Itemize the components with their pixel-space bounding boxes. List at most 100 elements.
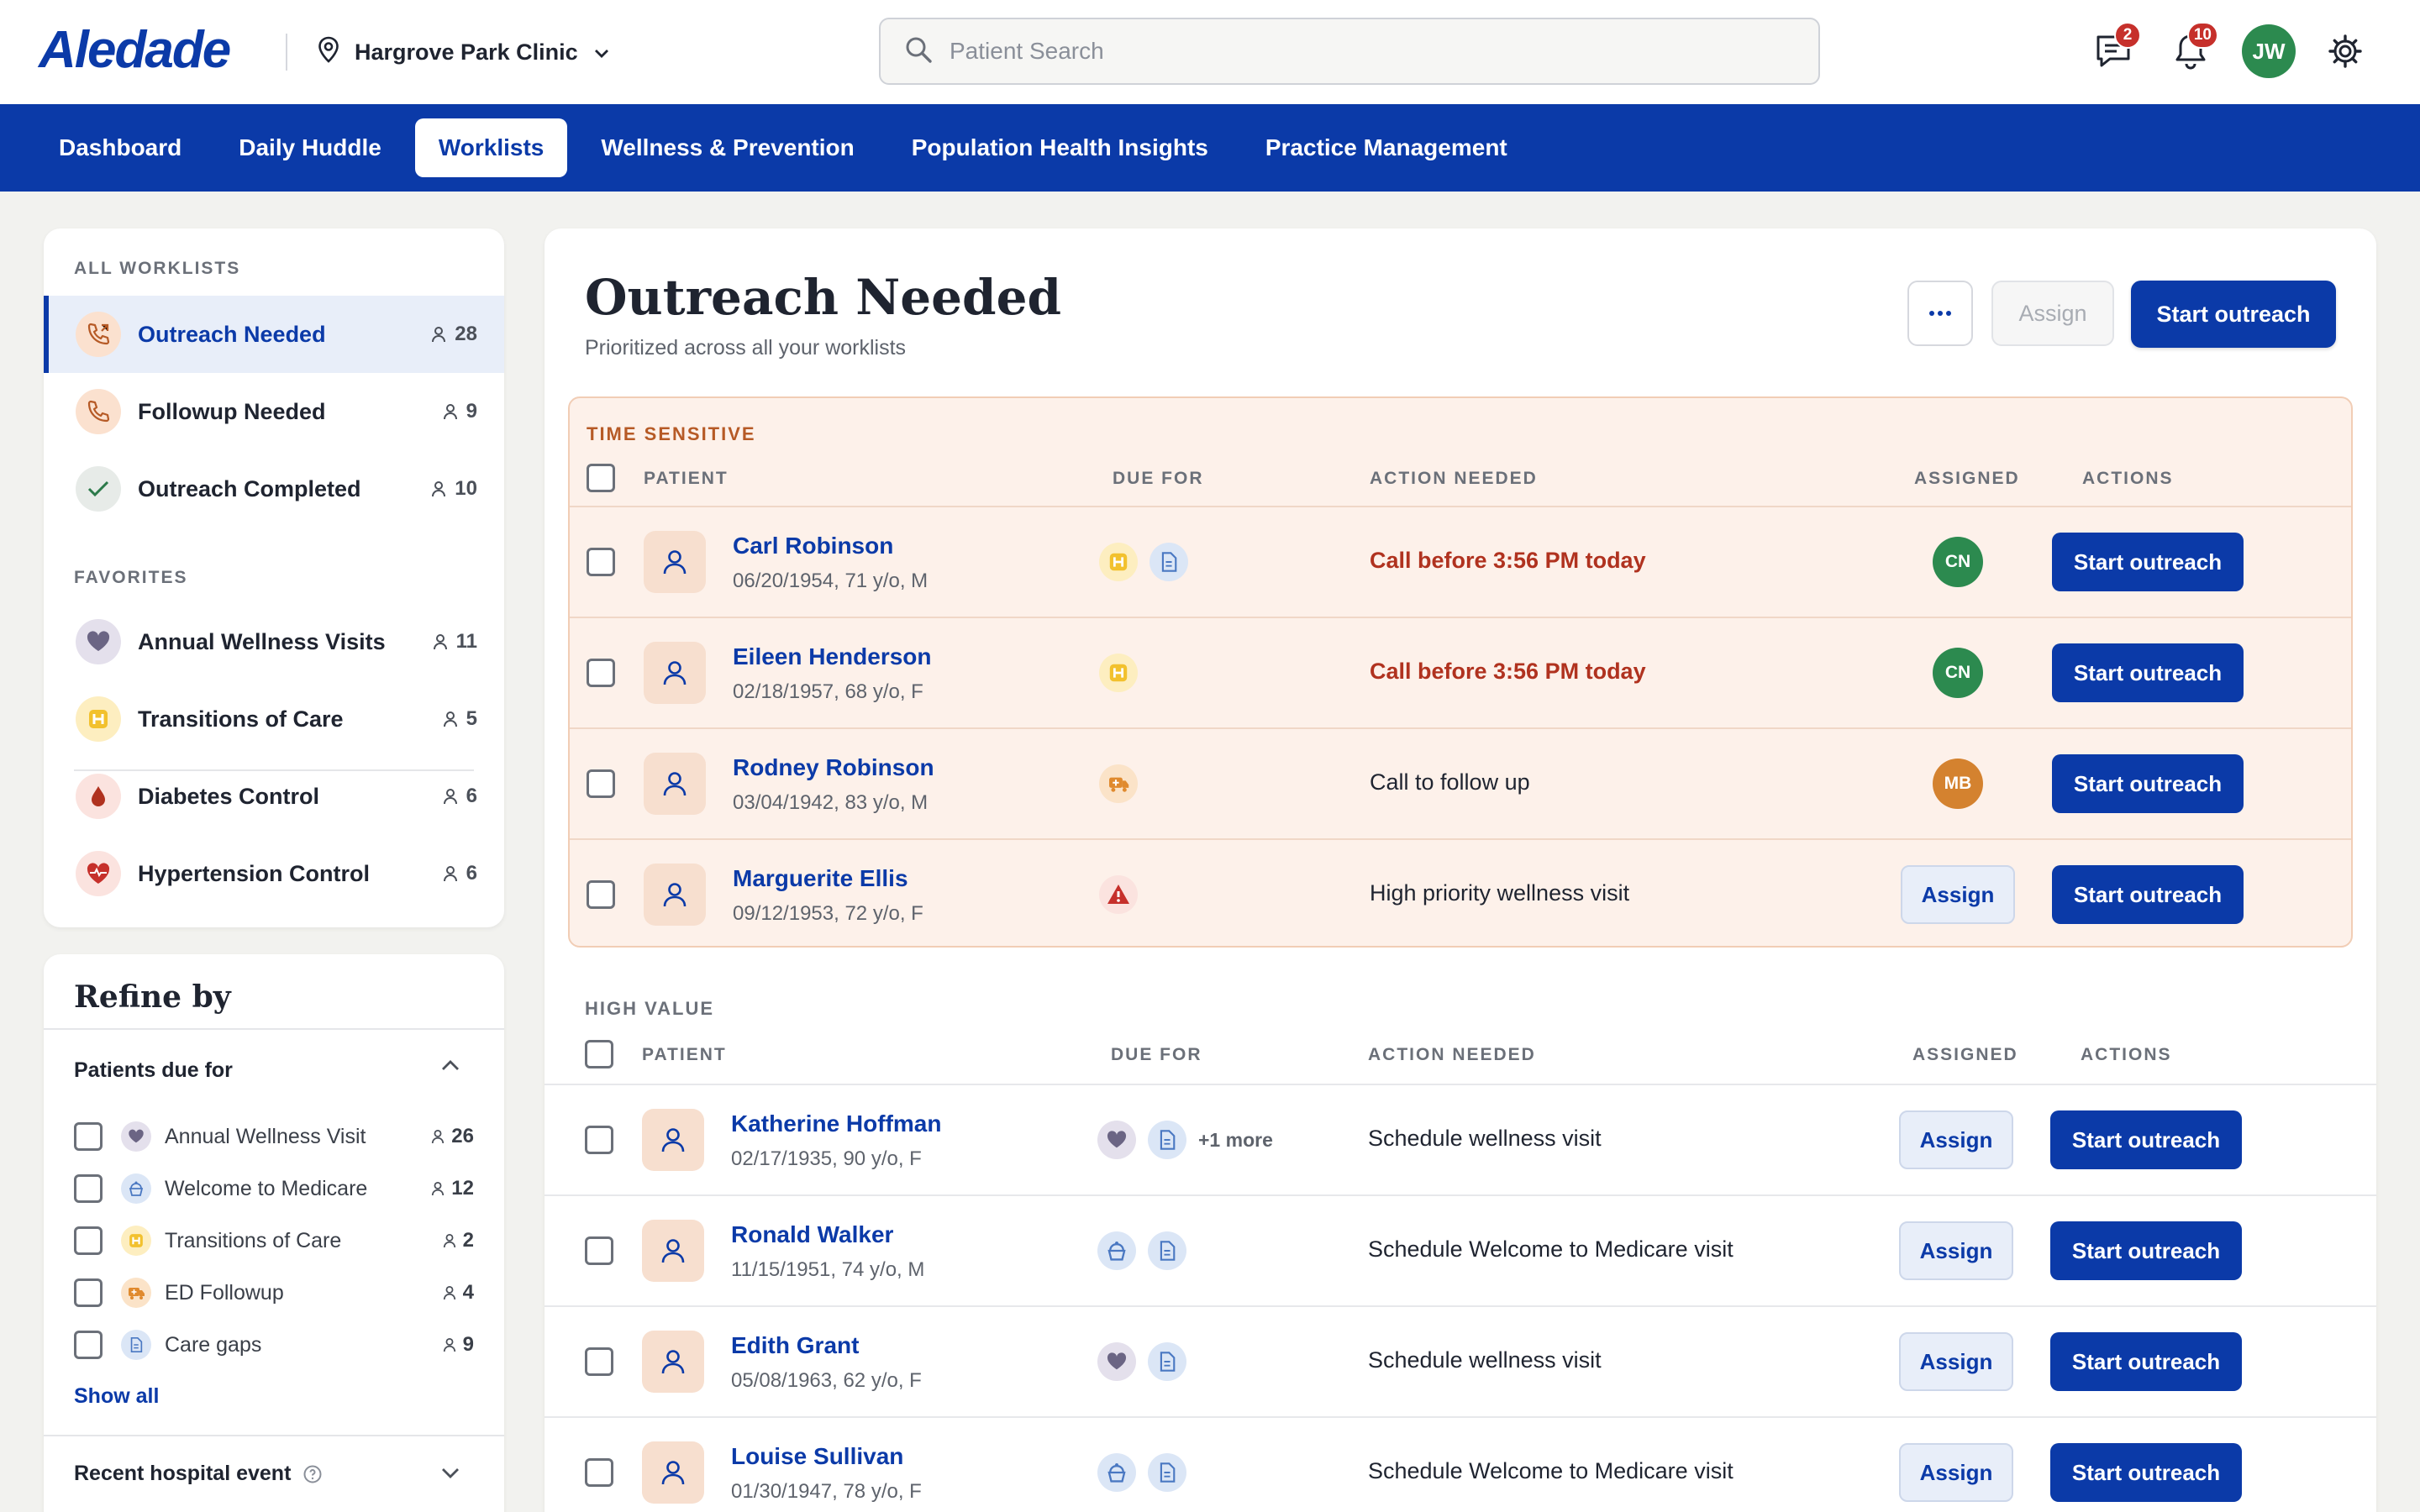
- table-row[interactable]: Marguerite Ellis 09/12/1953, 72 y/o, F H…: [570, 840, 2351, 949]
- patient-name-link[interactable]: Rodney Robinson: [733, 754, 934, 781]
- tab-wellness-prevention[interactable]: Wellness & Prevention: [577, 118, 877, 177]
- row-checkbox[interactable]: [587, 880, 615, 909]
- worklists-panel: ALL WORKLISTS Outreach Needed 28 Followu…: [44, 228, 504, 927]
- logo-divider: [286, 34, 287, 71]
- due-more-label[interactable]: +1 more: [1198, 1129, 1273, 1152]
- search-input[interactable]: [950, 38, 1790, 65]
- assignee-avatar[interactable]: CN: [1933, 537, 1983, 587]
- patient-name-link[interactable]: Louise Sullivan: [731, 1443, 903, 1470]
- table-row[interactable]: Ronald Walker 11/15/1951, 74 y/o, M Sche…: [568, 1196, 2349, 1305]
- clinic-selector[interactable]: Hargrove Park Clinic: [318, 30, 610, 74]
- filter-annual-wellness-visit[interactable]: Annual Wellness Visit 26: [74, 1114, 474, 1159]
- sidebar-item-followup-needed[interactable]: Followup Needed 9: [44, 373, 504, 450]
- row-checkbox[interactable]: [585, 1236, 613, 1265]
- chevron-down-icon: [593, 39, 610, 66]
- chevron-down-icon[interactable]: [440, 1467, 460, 1484]
- messages-button[interactable]: 2: [2087, 22, 2141, 77]
- table-row[interactable]: Edith Grant 05/08/1963, 62 y/o, F Schedu…: [568, 1307, 2349, 1416]
- filter-checkbox[interactable]: [74, 1174, 103, 1203]
- action-needed: Schedule wellness visit: [1368, 1347, 1602, 1373]
- filter-ed-followup[interactable]: ED Followup 4: [74, 1270, 474, 1315]
- heart-icon: [1097, 1121, 1136, 1159]
- assign-button[interactable]: Assign: [1901, 865, 2015, 924]
- tab-dashboard[interactable]: Dashboard: [35, 118, 205, 177]
- patient-name-link[interactable]: Edith Grant: [731, 1332, 859, 1359]
- patient-demographics: 11/15/1951, 74 y/o, M: [731, 1258, 925, 1281]
- filter-transitions-of-care[interactable]: Transitions of Care 2: [74, 1218, 474, 1263]
- col-assigned: ASSIGNED: [1914, 469, 2020, 488]
- chevron-up-icon[interactable]: [440, 1058, 460, 1076]
- filter-welcome-to-medicare[interactable]: Welcome to Medicare 12: [74, 1166, 474, 1211]
- select-all-checkbox[interactable]: [585, 1040, 613, 1068]
- row-checkbox[interactable]: [587, 659, 615, 687]
- start-outreach-button[interactable]: Start outreach: [2052, 754, 2244, 813]
- row-checkbox[interactable]: [587, 548, 615, 576]
- row-checkbox[interactable]: [587, 769, 615, 798]
- sidebar-item-annual-wellness-visits[interactable]: Annual Wellness Visits 11: [44, 603, 504, 680]
- patient-name-link[interactable]: Eileen Henderson: [733, 643, 932, 670]
- page-title: Outreach Needed: [585, 269, 1062, 326]
- start-outreach-button[interactable]: Start outreach: [2052, 533, 2244, 591]
- sidebar-item-transitions-of-care[interactable]: Transitions of Care 5: [44, 680, 504, 758]
- patient-name-link[interactable]: Ronald Walker: [731, 1221, 893, 1248]
- tab-daily-huddle[interactable]: Daily Huddle: [215, 118, 405, 177]
- filter-label: Annual Wellness Visit: [165, 1124, 366, 1148]
- sidebar-item-count: 10: [431, 477, 477, 501]
- document-checklist-icon: [1148, 1342, 1186, 1381]
- assign-button[interactable]: Assign: [1899, 1110, 2013, 1169]
- patient-name-link[interactable]: Katherine Hoffman: [731, 1110, 941, 1137]
- start-outreach-button[interactable]: Start outreach: [2050, 1110, 2242, 1169]
- table-row[interactable]: Eileen Henderson 02/18/1957, 68 y/o, F C…: [570, 618, 2351, 727]
- aledade-logo[interactable]: Aledade: [39, 20, 231, 80]
- assign-button[interactable]: Assign: [1899, 1221, 2013, 1280]
- row-checkbox[interactable]: [585, 1458, 613, 1487]
- assign-button[interactable]: Assign: [1899, 1332, 2013, 1391]
- row-checkbox[interactable]: [585, 1347, 613, 1376]
- sidebar-item-diabetes-control[interactable]: Diabetes Control 6: [44, 758, 504, 835]
- row-checkbox[interactable]: [585, 1126, 613, 1154]
- patient-name-link[interactable]: Marguerite Ellis: [733, 865, 908, 892]
- user-avatar[interactable]: JW: [2242, 24, 2296, 78]
- assignee-avatar[interactable]: MB: [1933, 759, 1983, 809]
- filter-checkbox[interactable]: [74, 1331, 103, 1359]
- assign-button-disabled[interactable]: Assign: [1991, 281, 2114, 346]
- show-all-link[interactable]: Show all: [74, 1384, 159, 1409]
- col-action-needed: ACTION NEEDED: [1370, 469, 1538, 488]
- tab-practice-management[interactable]: Practice Management: [1242, 118, 1531, 177]
- start-outreach-button[interactable]: Start outreach: [2050, 1443, 2242, 1502]
- select-all-checkbox[interactable]: [587, 464, 615, 492]
- patient-demographics: 01/30/1947, 78 y/o, F: [731, 1480, 922, 1503]
- filter-care-gaps[interactable]: Care gaps 9: [74, 1322, 474, 1368]
- start-outreach-button[interactable]: Start outreach: [2050, 1221, 2242, 1280]
- person-icon: [443, 1286, 455, 1300]
- sidebar-item-outreach-completed[interactable]: Outreach Completed 10: [44, 450, 504, 528]
- tab-worklists[interactable]: Worklists: [414, 118, 568, 177]
- notifications-button[interactable]: 10: [2165, 22, 2218, 77]
- heart-icon: [1097, 1342, 1136, 1381]
- person-icon: [661, 1350, 685, 1374]
- table-row[interactable]: Carl Robinson 06/20/1954, 71 y/o, M Call…: [570, 507, 2351, 617]
- recent-hospital-event-heading: Recent hospital event: [74, 1462, 292, 1485]
- table-row[interactable]: Rodney Robinson 03/04/1942, 83 y/o, M Ca…: [570, 729, 2351, 838]
- table-row[interactable]: Louise Sullivan 01/30/1947, 78 y/o, F Sc…: [568, 1418, 2349, 1512]
- patient-name-link[interactable]: Carl Robinson: [733, 533, 893, 559]
- table-row[interactable]: Katherine Hoffman 02/17/1935, 90 y/o, F …: [568, 1085, 2349, 1194]
- sidebar-item-hypertension-control[interactable]: Hypertension Control 6: [44, 835, 504, 912]
- start-outreach-button[interactable]: Start outreach: [2052, 865, 2244, 924]
- due-for-icons: [1097, 1453, 1186, 1492]
- filter-checkbox[interactable]: [74, 1226, 103, 1255]
- filter-checkbox[interactable]: [74, 1278, 103, 1307]
- filter-checkbox[interactable]: [74, 1122, 103, 1151]
- tab-population-health-insights[interactable]: Population Health Insights: [888, 118, 1232, 177]
- assignee-avatar[interactable]: CN: [1933, 648, 1983, 698]
- start-outreach-button[interactable]: Start outreach: [2050, 1332, 2242, 1391]
- sidebar-item-outreach-needed[interactable]: Outreach Needed 28: [44, 296, 504, 373]
- recent-hospital-event-filter[interactable]: Recent hospital event: [74, 1462, 323, 1486]
- start-outreach-button-primary[interactable]: Start outreach: [2131, 281, 2336, 348]
- more-options-button[interactable]: [1907, 281, 1973, 346]
- start-outreach-button[interactable]: Start outreach: [2052, 643, 2244, 702]
- cupcake-icon: [121, 1173, 151, 1204]
- action-needed: High priority wellness visit: [1370, 880, 1630, 906]
- assign-button[interactable]: Assign: [1899, 1443, 2013, 1502]
- settings-button[interactable]: [2319, 25, 2371, 77]
